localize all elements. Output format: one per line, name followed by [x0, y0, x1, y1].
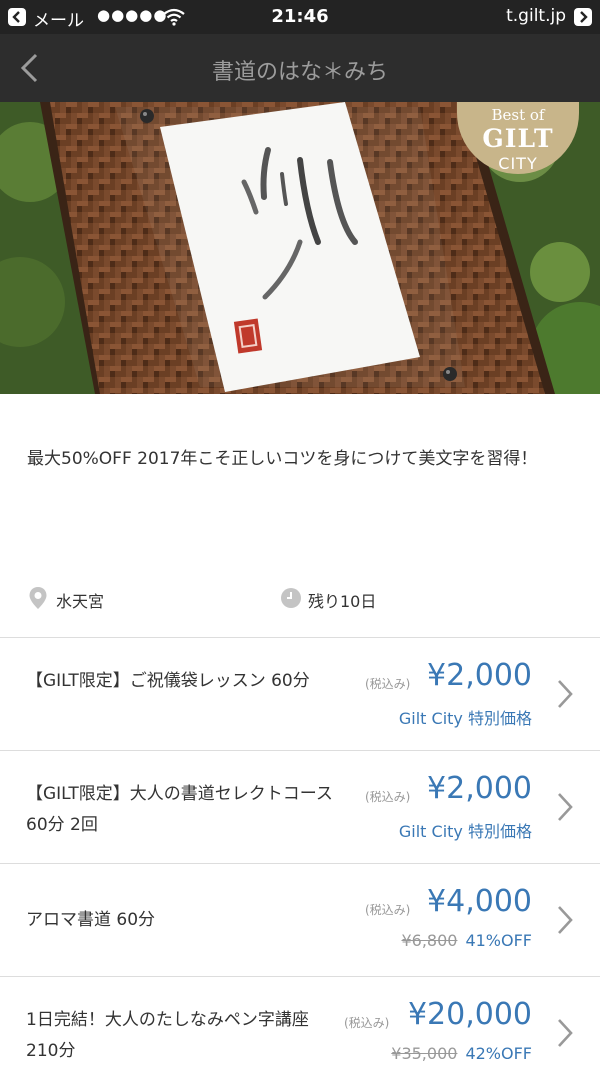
- deal-option[interactable]: 1日完結！大人のたしなみペン字講座 210分 (税込み) ¥20,000 ¥35…: [0, 976, 600, 1090]
- location-pin-icon: [29, 587, 47, 609]
- tax-note: (税込み): [365, 677, 411, 691]
- deal-title: 【GILT限定】ご祝儀袋レッスン 60分: [26, 671, 310, 691]
- tax-note: (税込み): [365, 903, 411, 917]
- deal-price: ¥2,000: [427, 771, 532, 806]
- chevron-right-icon: [558, 1019, 573, 1047]
- deal-price: ¥20,000: [407, 997, 532, 1032]
- site-url[interactable]: t.gilt.jp: [506, 6, 566, 26]
- location-text: 水天宮: [56, 592, 105, 611]
- deal-option[interactable]: 【GILT限定】大人の書道セレクトコース 60分 2回 (税込み) ¥2,000…: [0, 750, 600, 864]
- tax-note: (税込み): [365, 790, 411, 804]
- special-price-label: Gilt City 特別価格: [398, 709, 532, 728]
- price-comparison: ¥35,000 42%OFF: [391, 1044, 532, 1063]
- page-title: 書道のはな＊みち: [211, 60, 388, 85]
- tax-note: (税込み): [344, 1016, 390, 1030]
- deal-price: ¥2,000: [427, 658, 532, 693]
- clock-icon: [281, 588, 301, 608]
- deal-title: 【GILT限定】大人の書道セレクトコース 60分 2回: [26, 784, 333, 835]
- navigation-bar: 書道のはな＊みち: [0, 34, 600, 102]
- original-price: ¥6,800: [401, 931, 458, 950]
- deal-option[interactable]: 【GILT限定】ご祝儀袋レッスン 60分 (税込み) ¥2,000 Gilt C…: [0, 637, 600, 751]
- badge-gilt: GILT: [482, 124, 554, 153]
- chevron-right-icon: [558, 680, 573, 708]
- status-bar: メール ●●●●● 21:46 t.gilt.jp: [0, 0, 600, 34]
- chevron-right-icon: [558, 906, 573, 934]
- remaining-text: 残り10日: [308, 592, 377, 611]
- deal-description: 最大50%OFF 2017年こそ正しいコツを身につけて美文字を習得！: [27, 449, 538, 469]
- best-of-gilt-city-badge: Best of GILT CITY: [457, 102, 579, 174]
- discount-rate: 41%OFF: [465, 931, 532, 950]
- deal-option[interactable]: アロマ書道 60分 (税込み) ¥4,000 ¥6,800 41%OFF: [0, 863, 600, 977]
- discount-rate: 42%OFF: [465, 1044, 532, 1063]
- price-comparison: ¥6,800 41%OFF: [401, 931, 532, 950]
- deal-title: 1日完結！大人のたしなみペン字講座 210分: [26, 1010, 309, 1061]
- badge-city: CITY: [498, 154, 538, 173]
- badge-best-of: Best of: [491, 106, 545, 124]
- original-price: ¥35,000: [391, 1044, 458, 1063]
- open-in-safari-icon[interactable]: [574, 8, 592, 26]
- deal-price: ¥4,000: [427, 884, 532, 919]
- special-price-label: Gilt City 特別価格: [398, 822, 532, 841]
- deal-title: アロマ書道 60分: [26, 910, 156, 930]
- chevron-right-icon: [558, 793, 573, 821]
